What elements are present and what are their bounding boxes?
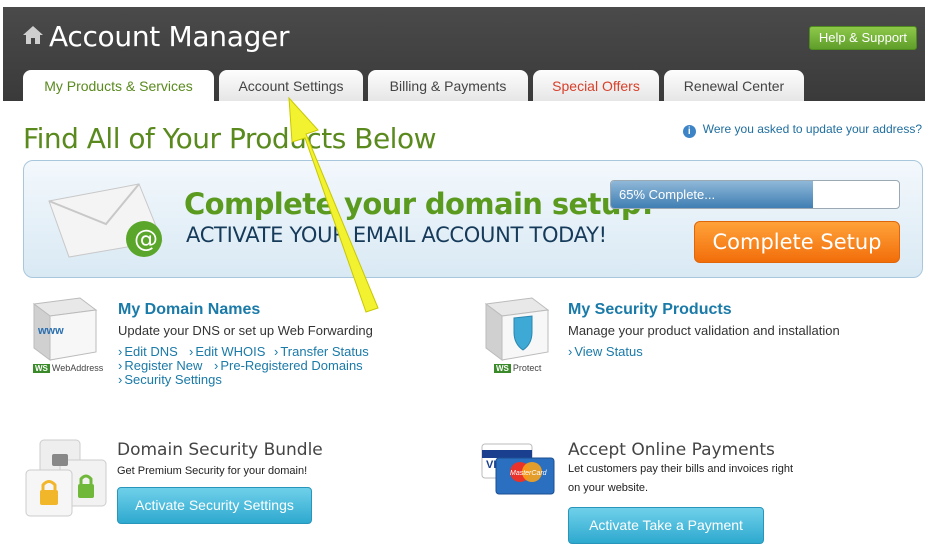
svg-text:@: @ — [134, 225, 158, 253]
activate-security-button[interactable]: Activate Security Settings — [117, 487, 312, 524]
edit-whois-link[interactable]: Edit WHOIS — [189, 344, 265, 359]
banner-subline: ACTIVATE YOUR EMAIL ACCOUNT TODAY! — [186, 223, 607, 247]
activate-payment-button[interactable]: Activate Take a Payment — [568, 507, 764, 544]
online-payments-desc-1: Let customers pay their bills and invoic… — [568, 463, 793, 475]
complete-setup-button[interactable]: Complete Setup — [694, 221, 900, 263]
security-settings-link[interactable]: Security Settings — [118, 372, 222, 387]
help-support-button[interactable]: Help & Support — [808, 26, 917, 50]
online-payments-title: Accept Online Payments — [568, 440, 775, 460]
svg-text:MasterCard: MasterCard — [510, 470, 548, 477]
domain-names-title[interactable]: My Domain Names — [118, 301, 260, 319]
banner-headline: Complete your domain setup! — [184, 187, 654, 221]
transfer-status-link[interactable]: Transfer Status — [274, 344, 368, 359]
app-title: Account Manager — [49, 20, 290, 53]
security-products-desc: Manage your product validation and insta… — [568, 323, 840, 338]
email-envelope-icon: @ — [44, 179, 174, 264]
address-update-link[interactable]: i Were you asked to update your address? — [682, 122, 922, 138]
tab-billing-payments[interactable]: Billing & Payments — [368, 70, 528, 101]
security-products-title[interactable]: My Security Products — [568, 301, 732, 319]
protect-logo: WS Protect — [494, 363, 542, 373]
domain-setup-banner: @ Complete your domain setup! ACTIVATE Y… — [23, 160, 923, 278]
www-cube-icon: www — [28, 294, 100, 369]
online-payments-desc-2: on your website. — [568, 482, 649, 494]
progress-text: 65% Complete... — [619, 187, 716, 202]
padlocks-icon — [24, 436, 110, 527]
protect-logo-text: Protect — [512, 363, 542, 373]
setup-progress-bar: 65% Complete... — [610, 180, 900, 209]
tab-special-offers[interactable]: Special Offers — [533, 70, 659, 101]
tab-my-products[interactable]: My Products & Services — [23, 70, 214, 103]
svg-text:www: www — [37, 325, 64, 337]
info-icon: i — [682, 125, 696, 138]
edit-dns-link[interactable]: Edit DNS — [118, 344, 177, 359]
page-title: Find All of Your Products Below — [23, 122, 437, 155]
webaddress-logo-text: WebAddress — [51, 363, 104, 373]
shield-cube-icon — [480, 294, 552, 369]
home-icon[interactable] — [22, 25, 44, 50]
tab-account-settings[interactable]: Account Settings — [219, 70, 363, 101]
security-bundle-desc: Get Premium Security for your domain! — [117, 465, 308, 477]
view-status-link[interactable]: View Status — [568, 344, 642, 359]
domain-names-desc: Update your DNS or set up Web Forwarding — [118, 323, 373, 338]
webaddress-logo: WS WebAddress — [33, 363, 104, 373]
register-new-link[interactable]: Register New — [118, 358, 202, 373]
address-link-text[interactable]: Were you asked to update your address? — [703, 122, 922, 136]
pre-registered-link[interactable]: Pre-Registered Domains — [214, 358, 362, 373]
security-bundle-title: Domain Security Bundle — [117, 440, 323, 460]
credit-cards-icon: VISA MasterCard — [480, 442, 556, 503]
tab-renewal-center[interactable]: Renewal Center — [664, 70, 804, 101]
header-bar: Account Manager Help & Support My Produc… — [3, 7, 925, 103]
